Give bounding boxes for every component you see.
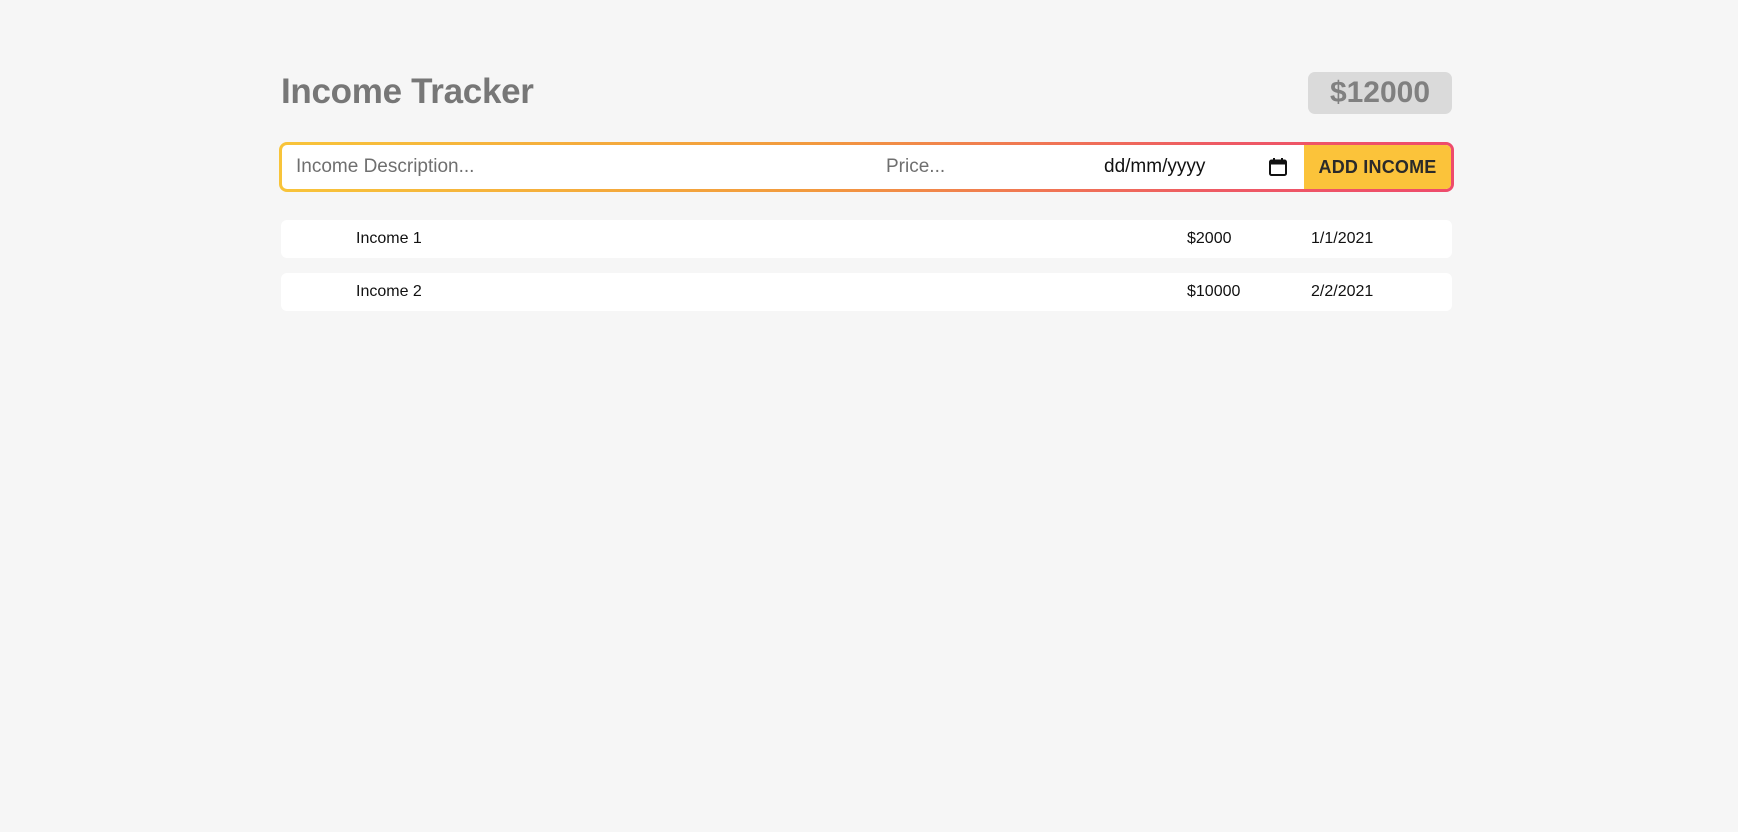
header: Income Tracker $12000 <box>281 70 1452 114</box>
income-date: 2/2/2021 <box>1311 283 1374 300</box>
income-price: $2000 <box>1187 230 1232 247</box>
income-list: Income 1 $2000 1/1/2021 Income 2 $10000 … <box>281 220 1452 326</box>
add-income-button[interactable]: ADD INCOME <box>1304 145 1451 189</box>
page-title: Income Tracker <box>281 72 534 111</box>
income-date-input[interactable]: dd/mm/yyyy <box>1104 145 1304 189</box>
add-income-form: dd/mm/yyyy ADD INCOME <box>279 142 1454 192</box>
add-income-form-inner: dd/mm/yyyy ADD INCOME <box>282 145 1451 189</box>
income-row[interactable]: Income 1 $2000 1/1/2021 <box>281 220 1452 258</box>
income-description-input[interactable] <box>282 145 886 189</box>
income-price: $10000 <box>1187 283 1241 300</box>
income-date: 1/1/2021 <box>1311 230 1374 247</box>
total-income-badge: $12000 <box>1308 72 1452 114</box>
income-description: Income 1 <box>356 230 422 247</box>
income-price-input[interactable] <box>886 145 1104 189</box>
date-placeholder: dd/mm/yyyy <box>1104 156 1206 177</box>
income-description: Income 2 <box>356 283 422 300</box>
income-row[interactable]: Income 2 $10000 2/2/2021 <box>281 273 1452 311</box>
calendar-icon[interactable] <box>1268 157 1288 177</box>
income-tracker-app: Income Tracker $12000 dd/mm/yyyy ADD INC… <box>279 70 1454 311</box>
